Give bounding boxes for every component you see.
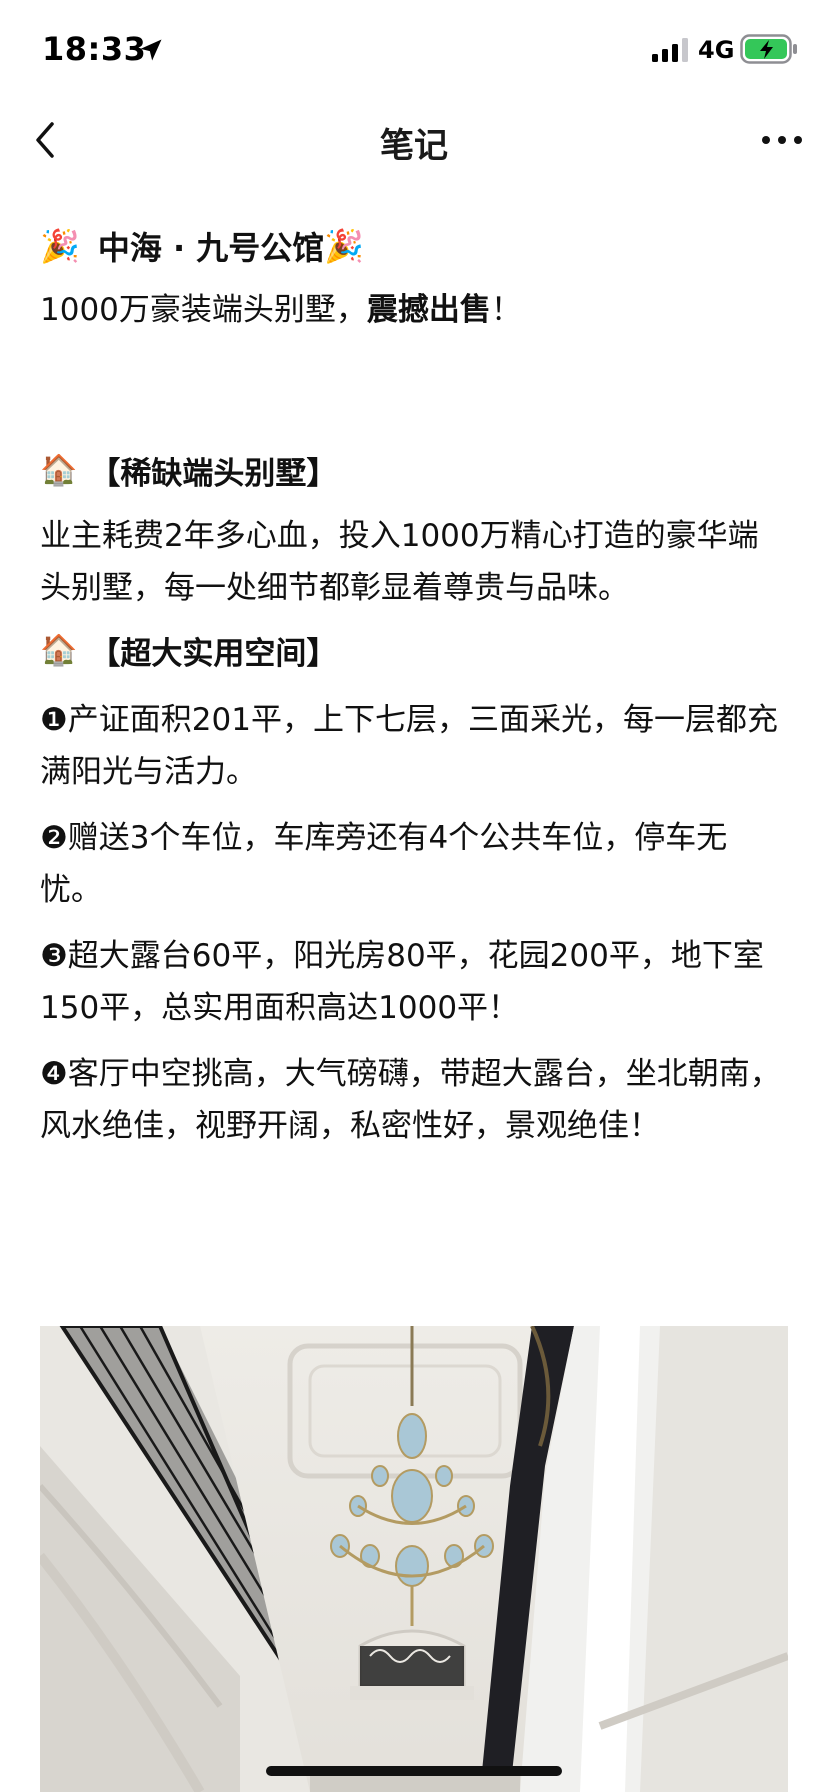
- battery-charging-icon: [740, 34, 797, 64]
- list-item: ❶产证面积201平，上下七层，三面采光，每一层都充满阳光与活力。: [40, 702, 778, 790]
- page-title: 笔记: [380, 126, 448, 166]
- section-heading: 🏠 【超大实用空间】: [40, 626, 788, 674]
- status-bar: 18:33 4G: [0, 0, 828, 100]
- subline-bold: 震撼出售: [366, 292, 491, 328]
- house-icon: 🏠: [40, 452, 78, 488]
- signal-bars-icon: [652, 38, 688, 62]
- more-dots-icon[interactable]: [758, 122, 806, 158]
- network-type: 4G: [698, 36, 735, 64]
- subline-suffix: ！: [490, 292, 522, 328]
- note-content: 🎉 中海 · 九号公馆 🎉 1000万豪装端头别墅，震撼出售！ 🏠 【稀缺端头别…: [40, 222, 788, 1152]
- nav-bar: 笔记: [0, 100, 828, 180]
- section-paragraph: 业主耗费2年多心血，投入1000万精心打造的豪华端头别墅，每一处细节都彰显着尊贵…: [40, 518, 759, 606]
- status-time: 18:33: [42, 30, 147, 68]
- house-icon: 🏠: [40, 632, 78, 668]
- location-arrow-icon: [140, 39, 162, 61]
- list-item: ❷赠送3个车位，车库旁还有4个公共车位，停车无忧。: [40, 820, 728, 908]
- list-item: ❸超大露台60平，阳光房80平，花园200平，地下室150平，总实用面积高达10…: [40, 938, 764, 1026]
- party-popper-icon: 🎉: [324, 227, 365, 265]
- headline-text: 中海 · 九号公馆: [97, 229, 325, 267]
- villa-interior-photo[interactable]: [40, 1326, 788, 1792]
- note-headline: 🎉 中海 · 九号公馆 🎉: [40, 222, 788, 270]
- section-title: 【超大实用空间】: [89, 635, 338, 672]
- section-title: 【稀缺端头别墅】: [89, 455, 338, 492]
- section-heading: 🏠 【稀缺端头别墅】: [40, 446, 788, 494]
- photo-illustration: [40, 1326, 788, 1792]
- list-item: ❹客厅中空挑高，大气磅礴，带超大露台，坐北朝南，风水绝佳，视野开阔，私密性好，景…: [40, 1056, 781, 1144]
- subline-text: 1000万豪装端头别墅，: [40, 292, 367, 328]
- note-subline: 1000万豪装端头别墅，震撼出售！: [40, 286, 788, 334]
- party-popper-icon: 🎉: [40, 227, 80, 265]
- home-indicator: [266, 1766, 562, 1776]
